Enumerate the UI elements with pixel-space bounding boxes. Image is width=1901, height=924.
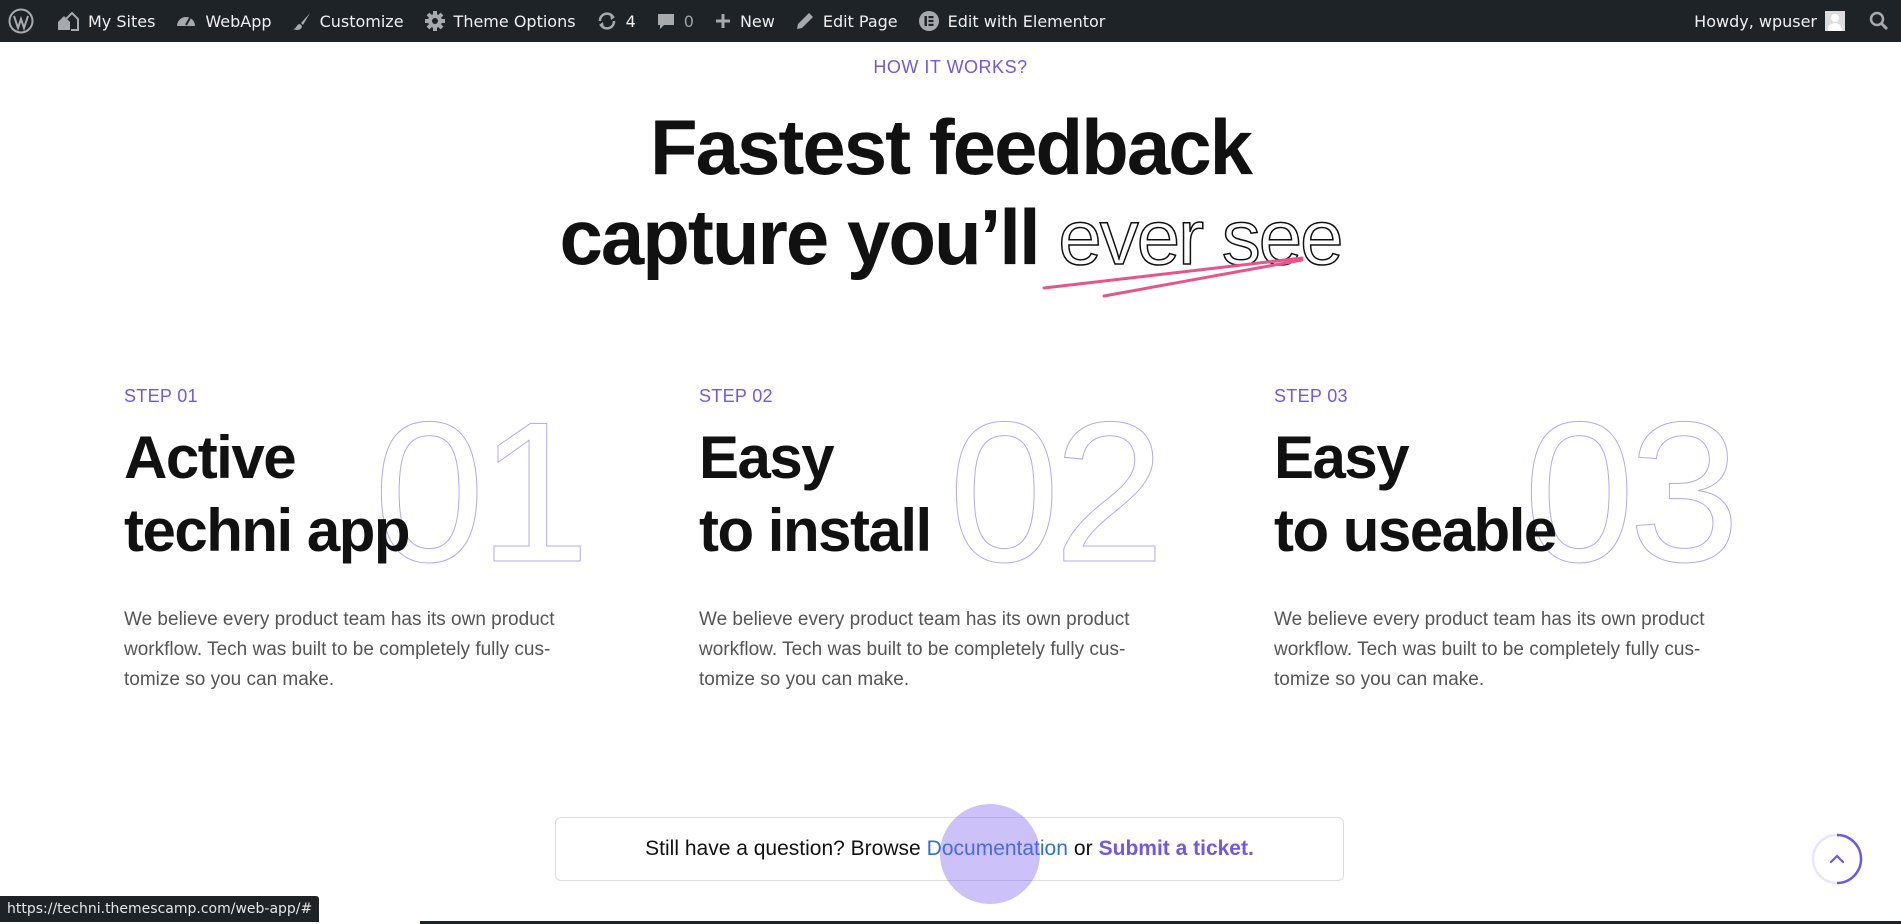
- help-or: or: [1073, 837, 1093, 860]
- admin-bar: My Sites WebApp Customize Theme Options …: [0, 0, 1901, 42]
- help-box: Still have a question? Browse Documentat…: [555, 817, 1344, 881]
- documentation-link[interactable]: Documentation: [927, 837, 1068, 861]
- howdy-label: Howdy, wpuser: [1694, 11, 1817, 31]
- comments-link[interactable]: 0: [646, 0, 704, 42]
- step-title-line-2: techni app: [124, 497, 411, 564]
- paintbrush-icon: [292, 13, 310, 30]
- submit-ticket-link[interactable]: Submit a ticket.: [1099, 837, 1254, 861]
- avatar: [1825, 11, 1845, 31]
- updates-count: 4: [625, 11, 636, 31]
- step-title-line-1: Active: [124, 424, 297, 491]
- updates-icon: [598, 12, 615, 30]
- step-description: We believe every product team has its ow…: [1274, 609, 1705, 690]
- new-content-menu[interactable]: New: [704, 0, 785, 42]
- step-title: Easy to install: [699, 421, 1159, 567]
- wordpress-logo-menu[interactable]: [0, 0, 46, 42]
- sites-icon: [58, 11, 79, 31]
- headline-line-1: Fastest feedback: [650, 103, 1253, 191]
- gear-icon: [424, 11, 445, 31]
- underline-scribble: [1042, 256, 1304, 298]
- updates-link[interactable]: 4: [586, 0, 646, 42]
- headline-line-2: capture you’ll ever see: [0, 192, 1901, 282]
- search-icon: [1869, 11, 1889, 31]
- edit-page-label: Edit Page: [822, 11, 898, 31]
- edit-with-elementor-label: Edit with Elementor: [947, 11, 1106, 31]
- status-url: https://techni.themescamp.com/web-app/#: [0, 896, 320, 922]
- step-title-line-2: to install: [699, 497, 932, 564]
- step-title-line-1: Easy: [699, 424, 835, 491]
- step-title-line-2: to useable: [1274, 497, 1557, 564]
- section-headline: Fastest feedback capture you’ll ever see: [0, 102, 1901, 282]
- theme-options-label: Theme Options: [453, 11, 576, 31]
- chevron-up-icon: [1829, 854, 1845, 864]
- theme-options-menu[interactable]: Theme Options: [414, 0, 586, 42]
- dashboard-icon: [177, 17, 196, 26]
- scroll-to-top-button[interactable]: [1810, 832, 1864, 886]
- elementor-icon: [918, 11, 939, 31]
- site-name-menu[interactable]: WebApp: [165, 0, 281, 42]
- edit-page-link[interactable]: Edit Page: [785, 0, 908, 42]
- customize-link[interactable]: Customize: [282, 0, 414, 42]
- plus-icon: [715, 14, 730, 28]
- pencil-icon: [796, 13, 813, 29]
- section-eyebrow: HOW IT WORKS?: [873, 57, 1028, 77]
- step-card-3: STEP 03 03 Easy to useable We believe ev…: [1274, 386, 1741, 695]
- site-name-label: WebApp: [205, 11, 272, 31]
- step-title: Easy to useable: [1274, 421, 1734, 567]
- wordpress-icon: [8, 8, 34, 34]
- edit-with-elementor-link[interactable]: Edit with Elementor: [908, 0, 1116, 42]
- my-sites-menu[interactable]: My Sites: [46, 0, 165, 42]
- customize-label: Customize: [319, 11, 404, 31]
- step-title: Active techni app: [124, 421, 584, 567]
- headline-line-2-start: capture you’ll: [559, 193, 1041, 281]
- step-title-line-1: Easy: [1274, 424, 1410, 491]
- new-label: New: [739, 11, 775, 31]
- admin-search-button[interactable]: [1855, 0, 1901, 42]
- comment-icon: [657, 14, 674, 29]
- step-card-1: STEP 01 01 Active techni app We believe …: [124, 386, 591, 695]
- step-description: We believe every product team has its ow…: [124, 609, 555, 690]
- step-description: We believe every product team has its ow…: [699, 609, 1130, 690]
- help-prefix: Still have a question? Browse: [645, 837, 921, 860]
- my-sites-label: My Sites: [88, 11, 156, 31]
- comments-count: 0: [683, 11, 694, 31]
- step-card-2: STEP 02 02 Easy to install We believe ev…: [699, 386, 1166, 695]
- account-menu[interactable]: Howdy, wpuser: [1684, 0, 1855, 42]
